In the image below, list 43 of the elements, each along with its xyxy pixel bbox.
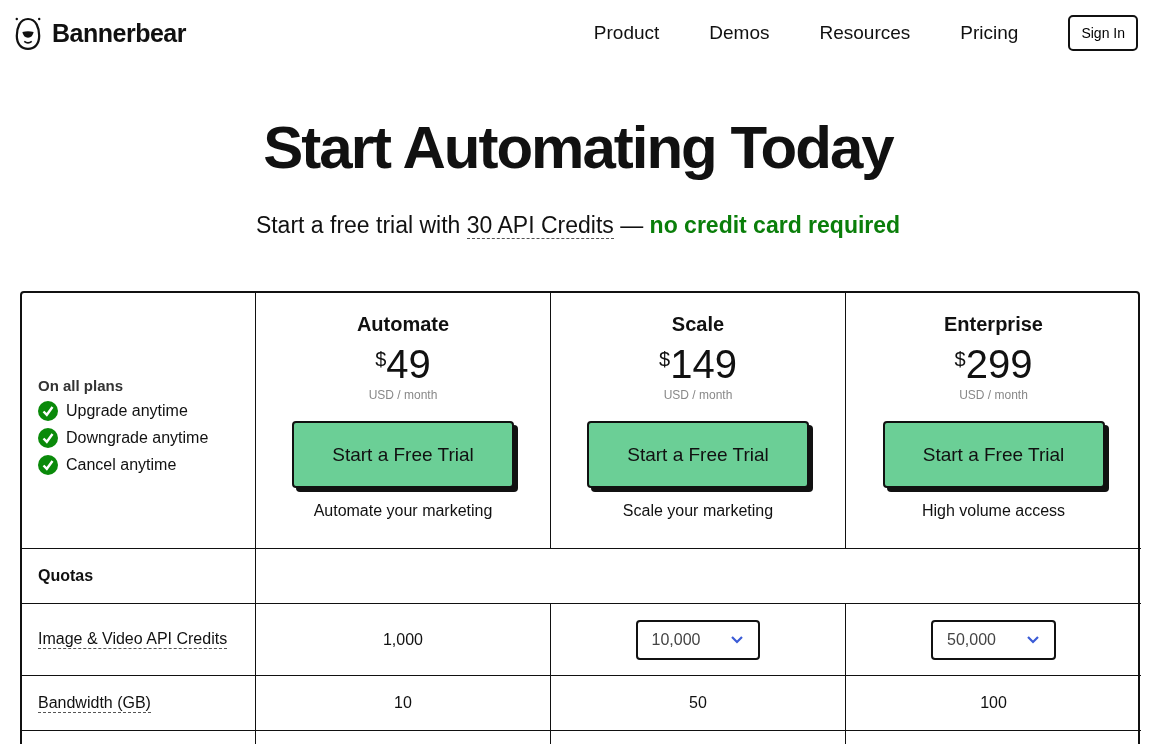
credits-link[interactable]: 30 API Credits — [466, 212, 614, 239]
feature-text: Upgrade anytime — [66, 401, 188, 420]
quota-select[interactable]: 10,000 — [635, 619, 761, 660]
section-title: Quotas — [38, 567, 94, 585]
currency-symbol: $ — [954, 348, 966, 370]
quota-value: 1,000 — [382, 630, 423, 649]
page-headline: Start Automating Today — [262, 118, 895, 178]
chevron-down-icon — [730, 635, 745, 644]
quota-value: 10 — [394, 694, 412, 712]
nav-link[interactable]: Pricing — [960, 22, 1019, 44]
nav-link[interactable]: Resources — [819, 22, 911, 44]
plan-price: 49 — [386, 344, 431, 384]
plan-name: Enterprise — [944, 313, 1043, 336]
quota-select[interactable]: 50,000 — [931, 619, 1056, 660]
quota-value: 50 — [689, 694, 707, 712]
feature-text: Downgrade anytime — [66, 428, 209, 447]
plan-name: Automate — [356, 313, 450, 336]
check-icon — [38, 427, 58, 448]
nav-link[interactable]: Product — [593, 22, 660, 44]
feature-text: Cancel anytime — [66, 455, 177, 474]
plan-tagline: High volume access — [921, 502, 1066, 520]
currency-symbol: $ — [659, 348, 671, 370]
currency-symbol: $ — [375, 348, 387, 370]
plan-name: Scale — [671, 313, 725, 336]
quota-label[interactable]: Image & Video API Credits — [38, 630, 228, 649]
plan-tagline: Automate your marketing — [313, 502, 493, 520]
plan-price: 149 — [670, 344, 737, 384]
plan-price: 299 — [965, 344, 1033, 384]
quota-label[interactable]: Bandwidth (GB) — [38, 693, 151, 713]
price-period: USD / month — [959, 388, 1028, 402]
features-title: On all plans — [38, 376, 125, 394]
check-icon — [38, 454, 58, 475]
plan-tagline: Scale your marketing — [622, 502, 774, 520]
check-icon — [38, 400, 58, 421]
bear-logo-icon[interactable] — [14, 15, 42, 51]
nav-link[interactable]: Demos — [709, 22, 770, 44]
chevron-down-icon — [1025, 635, 1040, 644]
subtitle: Start a free trial with 30 API Credits — no credit card required — [254, 212, 902, 239]
price-period: USD / month — [663, 388, 733, 402]
brand-name[interactable]: Bannerbear — [52, 18, 186, 48]
quota-value: 100 — [980, 694, 1007, 712]
sign-in-button[interactable]: Sign In — [1068, 15, 1138, 51]
price-period: USD / month — [368, 388, 438, 402]
